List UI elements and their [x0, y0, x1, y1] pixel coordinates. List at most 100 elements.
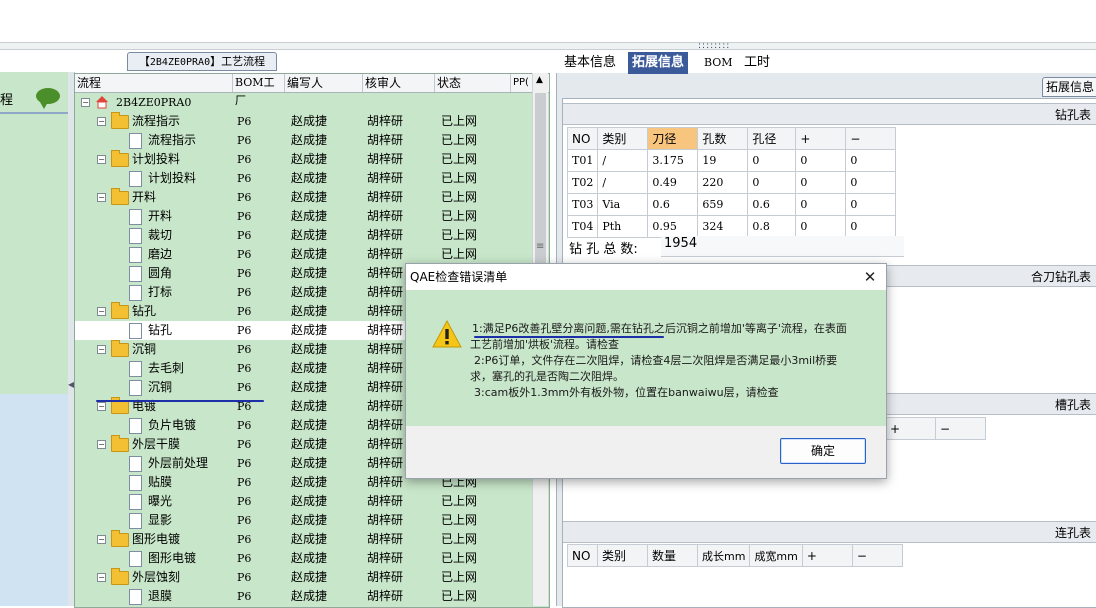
cell-writer: 赵成捷 [291, 532, 328, 546]
drill-cell[interactable]: 0 [795, 149, 847, 172]
drill-cell[interactable]: 0 [747, 149, 797, 172]
drill-cell[interactable]: 0 [845, 193, 897, 216]
tree-row[interactable]: 计划投料 P6 赵成捷 胡梓研 已上网 [75, 169, 533, 188]
drill-cell[interactable]: 0.8 [747, 215, 797, 238]
drill-cell[interactable]: 659 [697, 193, 749, 216]
link-col-width[interactable]: 成宽mm [749, 544, 803, 567]
drill-cell[interactable]: T02 [566, 171, 599, 194]
drill-cell[interactable]: 0 [795, 193, 847, 216]
comment-bubble-icon[interactable] [36, 88, 60, 109]
collapse-toggle-icon[interactable]: − [97, 193, 106, 202]
tab-extended-info[interactable]: 拓展信息 [628, 52, 689, 74]
cell-writer: 赵成捷 [291, 399, 328, 413]
tree-row[interactable]: − 计划投料 P6 赵成捷 胡梓研 已上网 [75, 150, 533, 169]
drill-cell[interactable]: 0.6 [647, 193, 699, 216]
drill-cell[interactable]: 0 [845, 149, 897, 172]
drill-cell[interactable]: 19 [697, 149, 749, 172]
drill-cell[interactable]: 220 [697, 171, 749, 194]
tree-row[interactable]: 图形电镀 P6 赵成捷 胡梓研 已上网 [75, 549, 533, 568]
scroll-up-icon[interactable]: ▲ [536, 75, 543, 85]
tree-row[interactable]: 显影 P6 赵成捷 胡梓研 已上网 [75, 511, 533, 530]
tab-work-hours[interactable]: 工时 [740, 52, 774, 74]
col-header-status[interactable]: 状态 [435, 74, 511, 92]
drill-col-type[interactable]: 类别 [597, 127, 649, 150]
link-col-count[interactable]: 数量 [647, 544, 698, 567]
drill-col-plus[interactable]: + [795, 127, 847, 150]
collapse-toggle-icon[interactable]: − [97, 117, 106, 126]
drill-cell[interactable]: 324 [697, 215, 749, 238]
close-icon[interactable]: ✕ [860, 267, 880, 287]
drill-total-value[interactable]: 1954 [661, 236, 904, 257]
tree-row[interactable]: 流程指示 P6 赵成捷 胡梓研 已上网 [75, 131, 533, 150]
drill-cell[interactable]: Via [597, 193, 649, 216]
cell-factory: P6 [237, 286, 252, 299]
tab-basic-info[interactable]: 基本信息 [560, 52, 620, 74]
slot-col-plus[interactable]: + [885, 417, 936, 440]
dialog-title-bar[interactable]: QAE检查错误清单 [406, 264, 886, 290]
drill-col-hole-count[interactable]: 孔数 [697, 127, 749, 150]
collapse-toggle-icon[interactable]: − [97, 573, 106, 582]
drill-cell[interactable]: / [597, 149, 649, 172]
tree-row[interactable]: − 流程指示 P6 赵成捷 胡梓研 已上网 [75, 112, 533, 131]
drill-cell[interactable]: 3.175 [647, 149, 699, 172]
drill-cell[interactable]: T01 [566, 149, 599, 172]
collapse-toggle-icon[interactable]: − [97, 402, 106, 411]
left-panel-label: 程 [0, 93, 14, 108]
collapse-toggle-icon[interactable]: − [97, 440, 106, 449]
drill-col-no[interactable]: NO [566, 127, 599, 150]
collapse-toggle-icon[interactable]: − [97, 307, 106, 316]
drill-col-hole-diameter[interactable]: 孔径 [747, 127, 797, 150]
drill-cell[interactable]: 0 [795, 215, 847, 238]
drill-cell[interactable]: 0 [795, 171, 847, 194]
col-header-flow[interactable]: 流程 [75, 74, 233, 92]
drill-table-row[interactable]: T04 Pth 0.95 324 0.8 0 0 [566, 215, 897, 238]
tree-row[interactable]: − 图形电镀 P6 赵成捷 胡梓研 已上网 [75, 530, 533, 549]
drill-table-row[interactable]: T03 Via 0.6 659 0.6 0 0 [566, 193, 897, 216]
drill-table-row[interactable]: T01/3.175 19 0 0 0 [566, 149, 897, 172]
col-header-pp[interactable]: PP( [511, 74, 533, 92]
tree-row[interactable]: 磨边 P6 赵成捷 胡梓研 已上网 [75, 245, 533, 264]
collapse-toggle-icon[interactable]: − [97, 535, 106, 544]
drill-cell[interactable]: 0.6 [747, 193, 797, 216]
drill-table-body: T01/3.175 19 0 0 0 T02/0.49 220 0 0 0 T03 Via 0.6 659… [566, 149, 897, 238]
cell-writer: 赵成捷 [291, 171, 328, 185]
tab-bom[interactable]: BOM [700, 52, 737, 74]
drill-col-tool-diameter[interactable]: 刀径 [647, 127, 699, 150]
drill-cell[interactable]: 0 [747, 171, 797, 194]
drill-cell[interactable]: 0 [845, 171, 897, 194]
tree-row[interactable]: − 外层蚀刻 P6 赵成捷 胡梓研 已上网 [75, 568, 533, 587]
drill-cell[interactable]: Pth [597, 215, 649, 238]
drill-cell[interactable]: 0 [845, 215, 897, 238]
link-col-type[interactable]: 类别 [597, 544, 648, 567]
slot-col-minus[interactable]: − [935, 417, 986, 440]
tree-row[interactable]: 退膜 P6 赵成捷 胡梓研 已上网 [75, 587, 533, 606]
col-header-writer[interactable]: 编写人 [285, 74, 363, 92]
drill-cell[interactable]: / [597, 171, 649, 194]
drill-cell[interactable]: T03 [566, 193, 599, 216]
drill-cell[interactable]: 0.95 [647, 215, 699, 238]
link-col-no[interactable]: NO [567, 544, 598, 567]
tree-row[interactable]: 裁切 P6 赵成捷 胡梓研 已上网 [75, 226, 533, 245]
col-header-bom-factory[interactable]: BOM工厂 [233, 74, 285, 107]
drill-cell[interactable]: T04 [566, 215, 599, 238]
extended-info-subtab[interactable]: 拓展信息 [1042, 77, 1096, 97]
link-col-plus[interactable]: + [801, 544, 853, 567]
link-col-length[interactable]: 成长mm [696, 544, 751, 567]
drill-col-minus[interactable]: − [845, 127, 897, 150]
tree-row[interactable]: − 开料 P6 赵成捷 胡梓研 已上网 [75, 188, 533, 207]
document-icon [129, 475, 142, 491]
drill-cell[interactable]: 0.49 [647, 171, 699, 194]
tree-row[interactable]: 开料 P6 赵成捷 胡梓研 已上网 [75, 207, 533, 226]
workflow-tab[interactable]: 【2B4ZE0PRA0】工艺流程 [127, 52, 277, 71]
link-col-minus[interactable]: − [851, 544, 903, 567]
col-header-reviewer[interactable]: 核审人 [363, 74, 435, 92]
drill-table-row[interactable]: T02/0.49 220 0 0 0 [566, 171, 897, 194]
cell-writer: 赵成捷 [291, 342, 328, 356]
collapse-toggle-icon[interactable]: − [97, 155, 106, 164]
ok-button[interactable]: 确定 [780, 438, 866, 464]
tree-row[interactable]: − 2B4ZE0PRA0 [75, 93, 533, 112]
collapse-toggle-icon[interactable]: − [97, 345, 106, 354]
collapse-toggle-icon[interactable]: − [81, 98, 90, 107]
cell-reviewer: 胡梓研 [367, 494, 404, 508]
tree-row[interactable]: 曝光 P6 赵成捷 胡梓研 已上网 [75, 492, 533, 511]
